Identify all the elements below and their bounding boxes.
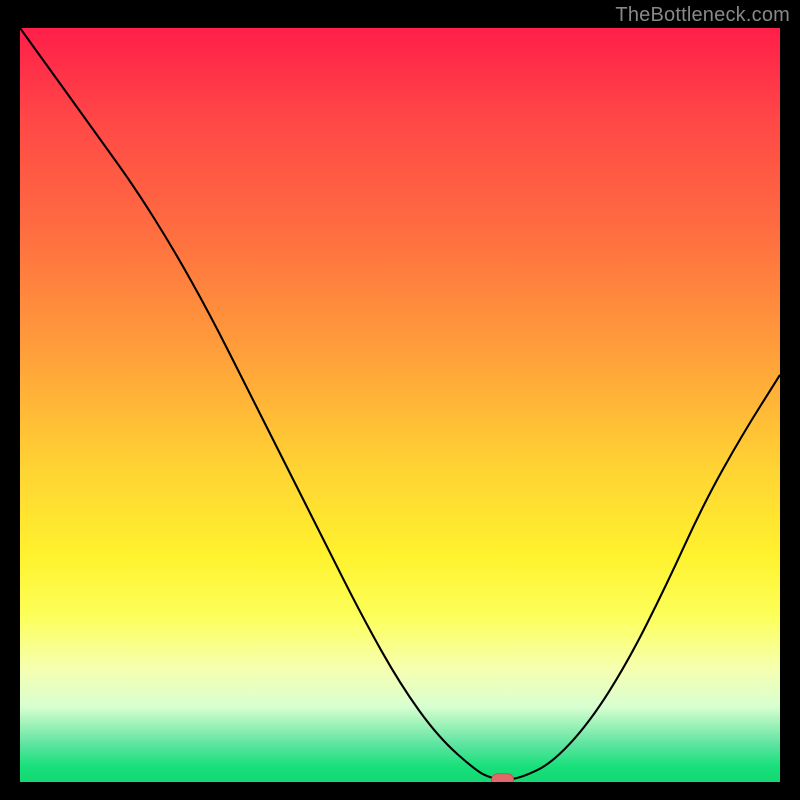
chart-frame: TheBottleneck.com <box>0 0 800 800</box>
optimal-marker <box>492 774 514 782</box>
bottleneck-curve-path <box>20 28 780 779</box>
bottleneck-curve <box>20 28 780 782</box>
watermark-text: TheBottleneck.com <box>615 4 790 27</box>
